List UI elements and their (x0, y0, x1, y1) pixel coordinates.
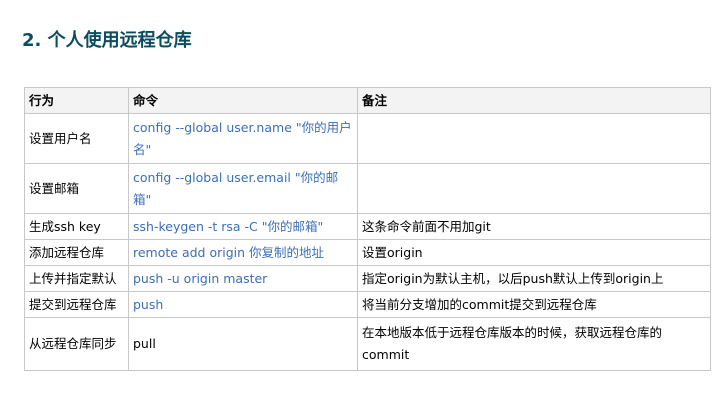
table-row: 上传并指定默认 push -u origin master 指定origin为默… (24, 265, 711, 292)
action-cell: 设置邮箱 (24, 163, 129, 214)
table-row: 设置邮箱 config --global user.email "你的邮箱" (24, 163, 711, 214)
note-cell: 将当前分支增加的commit提交到远程仓库 (357, 291, 711, 318)
command-link[interactable]: config --global user.email "你的邮箱" (128, 163, 358, 214)
table-header-row: 行为 命令 备注 (24, 87, 711, 114)
action-cell: 从远程仓库同步 (24, 317, 129, 371)
table-row: 提交到远程仓库 push 将当前分支增加的commit提交到远程仓库 (24, 291, 711, 318)
table-row: 生成ssh key ssh-keygen -t rsa -C "你的邮箱" 这条… (24, 213, 711, 240)
table-row: 从远程仓库同步 pull 在本地版本低于远程仓库版本的时候，获取远程仓库的com… (24, 317, 711, 371)
command-link[interactable]: remote add origin 你复制的地址 (128, 239, 358, 266)
note-cell: 这条命令前面不用加git (357, 213, 711, 240)
header-action: 行为 (24, 87, 129, 114)
note-cell: 设置origin (357, 239, 711, 266)
command-link[interactable]: ssh-keygen -t rsa -C "你的邮箱" (128, 213, 358, 240)
table-row: 设置用户名 config --global user.name "你的用户名" (24, 113, 711, 164)
note-cell: 指定origin为默认主机，以后push默认上传到origin上 (357, 265, 711, 292)
command-cell: pull (128, 317, 358, 371)
action-cell: 上传并指定默认 (24, 265, 129, 292)
command-link[interactable]: config --global user.name "你的用户名" (128, 113, 358, 164)
action-cell: 生成ssh key (24, 213, 129, 240)
command-link[interactable]: push -u origin master (128, 265, 358, 292)
action-cell: 提交到远程仓库 (24, 291, 129, 318)
note-cell: 在本地版本低于远程仓库版本的时候，获取远程仓库的commit (357, 317, 711, 371)
action-cell: 添加远程仓库 (24, 239, 129, 266)
note-cell (357, 163, 711, 214)
git-command-table: 行为 命令 备注 设置用户名 config --global user.name… (24, 87, 711, 371)
note-cell (357, 113, 711, 164)
action-cell: 设置用户名 (24, 113, 129, 164)
table-row: 添加远程仓库 remote add origin 你复制的地址 设置origin (24, 239, 711, 266)
command-link[interactable]: push (128, 291, 358, 318)
header-note: 备注 (357, 87, 711, 114)
header-command: 命令 (128, 87, 358, 114)
section-heading: 2. 个人使用远程仓库 (22, 30, 192, 51)
